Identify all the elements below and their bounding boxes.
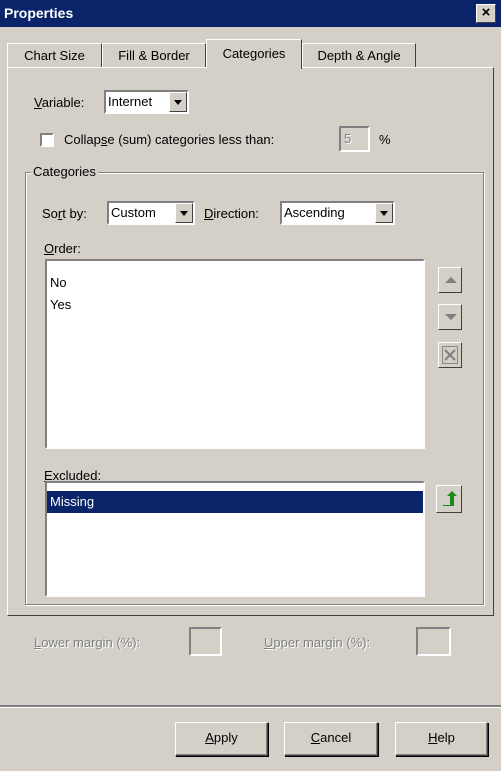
- list-item[interactable]: Yes: [47, 294, 423, 316]
- help-button[interactable]: Help: [395, 722, 488, 756]
- lower-margin-field[interactable]: [189, 627, 222, 656]
- order-label: Order:: [44, 241, 81, 256]
- tab-categories[interactable]: Categories: [206, 39, 302, 69]
- upper-margin-label: Upper margin (%):: [264, 635, 371, 650]
- sort-by-select[interactable]: Custom: [107, 201, 195, 225]
- tab-chart-size-label: Chart Size: [24, 48, 85, 63]
- collapse-checkbox[interactable]: [40, 133, 54, 147]
- title-bar: [0, 0, 501, 27]
- upper-margin-field[interactable]: [416, 627, 451, 656]
- window-title: Properties: [4, 5, 74, 21]
- list-item[interactable]: Missing: [47, 491, 423, 513]
- apply-button[interactable]: Apply: [175, 722, 268, 756]
- chevron-down-icon[interactable]: [169, 92, 187, 112]
- collapse-unit: %: [379, 132, 391, 147]
- direction-select[interactable]: Ascending: [280, 201, 395, 225]
- collapse-threshold-field[interactable]: 5: [339, 126, 370, 152]
- move-down-button[interactable]: [438, 304, 462, 330]
- order-list[interactable]: No Yes: [45, 259, 425, 449]
- collapse-threshold-value: 5: [344, 131, 352, 146]
- tab-chart-size[interactable]: Chart Size: [7, 43, 102, 67]
- collapse-label: Collapse (sum) categories less than:: [64, 132, 275, 147]
- variable-select-value: Internet: [108, 94, 153, 109]
- direction-label: Direction:: [204, 206, 259, 221]
- tab-depth-angle-label: Depth & Angle: [317, 48, 401, 63]
- cancel-button[interactable]: Cancel: [284, 722, 378, 756]
- tab-fill-border-label: Fill & Border: [118, 48, 190, 63]
- sort-by-label: Sort by:: [42, 206, 87, 221]
- restore-button[interactable]: [436, 485, 462, 513]
- close-button[interactable]: ×: [476, 4, 496, 23]
- sort-by-value: Custom: [111, 205, 156, 220]
- tab-fill-border[interactable]: Fill & Border: [102, 43, 206, 67]
- move-up-button[interactable]: [438, 267, 462, 293]
- x-icon: [442, 346, 458, 364]
- categories-group-title: Categories: [31, 164, 98, 179]
- direction-value: Ascending: [284, 205, 345, 220]
- variable-label: Variable:: [34, 95, 85, 110]
- exclude-button[interactable]: [438, 342, 462, 368]
- bottom-separator: [0, 705, 501, 707]
- close-icon: ×: [481, 4, 491, 21]
- lower-margin-label: Lower margin (%):: [34, 635, 141, 650]
- excluded-list[interactable]: Missing: [45, 481, 425, 597]
- variable-select[interactable]: Internet: [104, 90, 189, 114]
- list-item[interactable]: No: [47, 272, 423, 294]
- chevron-down-icon[interactable]: [375, 203, 393, 223]
- tab-depth-angle[interactable]: Depth & Angle: [302, 43, 416, 67]
- chevron-down-icon[interactable]: [175, 203, 193, 223]
- tab-categories-label: Categories: [222, 46, 286, 61]
- green-arrow-up-icon: [443, 491, 457, 506]
